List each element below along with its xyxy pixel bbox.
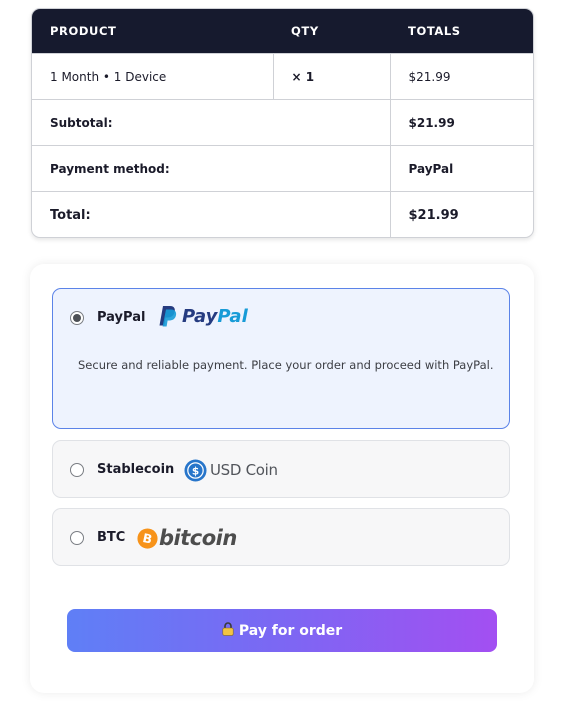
total-row: Total: $21.99 <box>32 191 533 237</box>
paypal-option-label: PayPal <box>97 310 146 325</box>
lock-icon <box>222 621 234 640</box>
payment-method-value: PayPal <box>389 145 533 192</box>
paypal-logo-text: PayPal <box>182 305 248 327</box>
bitcoin-logo-text: bitcoin <box>159 526 237 550</box>
btc-option-label: BTC <box>97 530 126 545</box>
payment-method-row: Payment method: PayPal <box>32 145 533 192</box>
totals-column-header: TOTALS <box>390 9 533 54</box>
bitcoin-logo: B bitcoin <box>137 525 237 551</box>
table-row: 1 Month • 1 Device × 1 $21.99 <box>32 53 533 100</box>
payment-option-btc[interactable]: BTC B bitcoin <box>52 508 510 566</box>
usdc-logo-text: USD Coin <box>210 461 278 479</box>
table-header-row: PRODUCT QTY TOTALS <box>32 9 533 54</box>
product-total: $21.99 <box>389 53 533 100</box>
subtotal-row: Subtotal: $21.99 <box>32 99 533 146</box>
usdc-icon: $ <box>184 458 207 482</box>
payment-card: PayPal PayPal Secure and reliable paymen… <box>30 264 534 693</box>
paypal-radio[interactable] <box>70 311 84 325</box>
stablecoin-option-label: Stablecoin <box>97 462 175 477</box>
bitcoin-icon: B <box>137 527 158 549</box>
product-name: 1 Month • 1 Device <box>32 53 273 100</box>
payment-method-label: Payment method: <box>32 145 390 192</box>
subtotal-value: $21.99 <box>389 99 533 146</box>
order-summary-table: PRODUCT QTY TOTALS 1 Month • 1 Device × … <box>31 8 534 238</box>
total-value: $21.99 <box>389 191 533 237</box>
payment-option-paypal[interactable]: PayPal PayPal Secure and reliable paymen… <box>52 288 510 429</box>
usdc-logo: $ USD Coin <box>184 458 278 482</box>
subtotal-label: Subtotal: <box>32 99 390 146</box>
pay-for-order-button[interactable]: Pay for order <box>67 609 497 652</box>
paypal-description: Secure and reliable payment. Place your … <box>78 358 494 372</box>
payment-option-stablecoin[interactable]: Stablecoin $ USD Coin <box>52 440 510 498</box>
total-label: Total: <box>32 191 390 237</box>
svg-text:$: $ <box>192 465 199 477</box>
qty-column-header: QTY <box>273 9 390 54</box>
product-column-header: PRODUCT <box>32 9 273 54</box>
pay-button-label: Pay for order <box>238 622 343 639</box>
paypal-icon <box>159 306 177 327</box>
product-qty: × 1 <box>272 53 390 100</box>
stablecoin-radio[interactable] <box>70 463 84 477</box>
paypal-logo: PayPal <box>158 303 248 329</box>
btc-radio[interactable] <box>70 531 84 545</box>
